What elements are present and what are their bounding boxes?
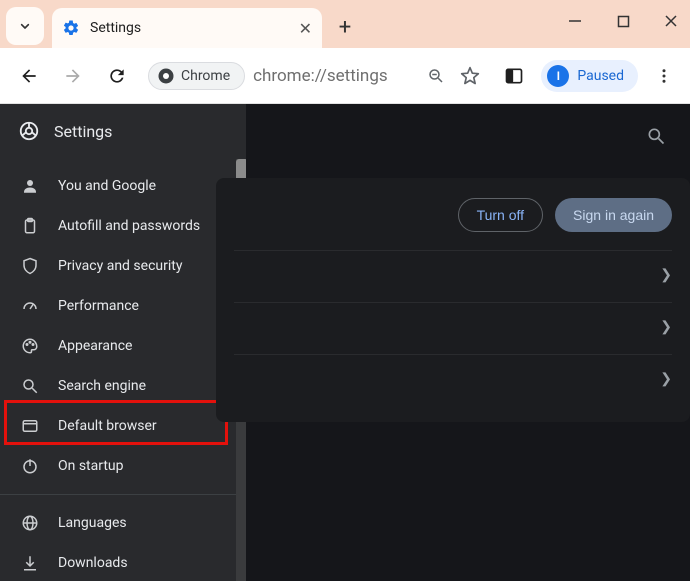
sidebar-item-on-startup[interactable]: On startup	[0, 446, 246, 486]
sidebar-item-label: Languages	[58, 515, 127, 531]
sidebar-item-languages[interactable]: Languages	[0, 503, 246, 543]
settings-main: Turn off Sign in again ❯ ❯ ❯	[246, 104, 690, 581]
settings-gear-icon	[62, 19, 80, 37]
tab-strip: Settings ✕ +	[0, 0, 690, 48]
settings-sidebar: Settings You and Google Autofill and pas…	[0, 104, 246, 581]
sidebar-header[interactable]: Settings	[0, 104, 246, 158]
card-actions: Turn off Sign in again	[234, 198, 672, 246]
sidebar-item-label: You and Google	[58, 178, 156, 194]
speedometer-icon	[20, 296, 40, 316]
card-row-2[interactable]: ❯	[234, 302, 672, 350]
window-close-button[interactable]	[658, 8, 684, 34]
turn-off-button[interactable]: Turn off	[458, 198, 543, 232]
sidebar-title: Settings	[54, 122, 112, 141]
palette-icon	[20, 336, 40, 356]
new-tab-button[interactable]: +	[328, 10, 362, 44]
sidebar-item-privacy[interactable]: Privacy and security	[0, 246, 246, 286]
sidebar-wrap: Settings You and Google Autofill and pas…	[0, 104, 246, 581]
profile-status-label: Paused	[577, 68, 624, 84]
chrome-logo-icon	[157, 67, 175, 85]
sidebar-item-performance[interactable]: Performance	[0, 286, 246, 326]
avatar-icon: I	[547, 65, 569, 87]
sidebar-item-label: Autofill and passwords	[58, 218, 200, 234]
search-icon	[20, 376, 40, 396]
sidebar-item-default-browser[interactable]: Default browser	[0, 406, 246, 446]
chevron-right-icon: ❯	[660, 319, 672, 335]
sidebar-item-label: Downloads	[58, 555, 128, 571]
sidebar-divider	[0, 494, 246, 495]
card-row-3[interactable]: ❯	[234, 354, 672, 402]
shield-icon	[20, 256, 40, 276]
browser-toolbar: Chrome chrome://settings I Paused	[0, 48, 690, 104]
chevron-right-icon: ❯	[660, 371, 672, 387]
address-bar[interactable]: chrome://settings	[253, 66, 413, 86]
browser-tab[interactable]: Settings ✕	[52, 8, 322, 48]
sidebar-item-label: Search engine	[58, 378, 146, 394]
card-row-1[interactable]: ❯	[234, 250, 672, 298]
sidebar-item-label: On startup	[58, 458, 124, 474]
clipboard-icon	[20, 216, 40, 236]
chrome-outline-icon	[18, 120, 40, 142]
sidebar-item-autofill[interactable]: Autofill and passwords	[0, 206, 246, 246]
omnibox[interactable]: Chrome chrome://settings	[148, 61, 485, 91]
window-controls	[562, 8, 684, 34]
globe-icon	[20, 513, 40, 533]
site-info-chip[interactable]: Chrome	[148, 62, 245, 90]
sidebar-item-you-and-google[interactable]: You and Google	[0, 166, 246, 206]
sidebar-item-label: Default browser	[58, 418, 157, 434]
tab-close-button[interactable]: ✕	[299, 19, 312, 38]
back-button[interactable]	[10, 57, 48, 95]
toolbar-right: I Paused	[497, 59, 680, 93]
zoom-icon[interactable]	[421, 61, 451, 91]
sidebar-item-label: Appearance	[58, 338, 132, 354]
browser-window-icon	[20, 416, 40, 436]
reload-button[interactable]	[98, 57, 136, 95]
profile-chip[interactable]: I Paused	[541, 60, 638, 92]
bookmark-star-icon[interactable]	[455, 61, 485, 91]
site-info-label: Chrome	[181, 68, 230, 84]
download-icon	[20, 553, 40, 573]
chevron-right-icon: ❯	[660, 267, 672, 283]
settings-search-button[interactable]	[640, 120, 672, 152]
person-icon	[20, 176, 40, 196]
kebab-menu-button[interactable]	[648, 60, 680, 92]
sidebar-item-search-engine[interactable]: Search engine	[0, 366, 246, 406]
sync-card: Turn off Sign in again ❯ ❯ ❯	[216, 178, 690, 422]
forward-button[interactable]	[54, 57, 92, 95]
sidebar-item-downloads[interactable]: Downloads	[0, 543, 246, 581]
sidebar-items: You and Google Autofill and passwords Pr…	[0, 158, 246, 581]
address-text: chrome://settings	[253, 66, 388, 86]
sidebar-item-appearance[interactable]: Appearance	[0, 326, 246, 366]
sidebar-item-label: Performance	[58, 298, 139, 314]
tab-search-button[interactable]	[6, 7, 44, 45]
maximize-button[interactable]	[610, 8, 636, 34]
sidebar-item-label: Privacy and security	[58, 258, 182, 274]
tab-title: Settings	[90, 20, 289, 36]
power-icon	[20, 456, 40, 476]
minimize-button[interactable]	[562, 8, 588, 34]
settings-app: Settings You and Google Autofill and pas…	[0, 104, 690, 581]
side-panel-button[interactable]	[497, 59, 531, 93]
sign-in-again-button[interactable]: Sign in again	[555, 198, 672, 232]
omnibox-actions	[421, 61, 485, 91]
main-header	[246, 104, 690, 168]
